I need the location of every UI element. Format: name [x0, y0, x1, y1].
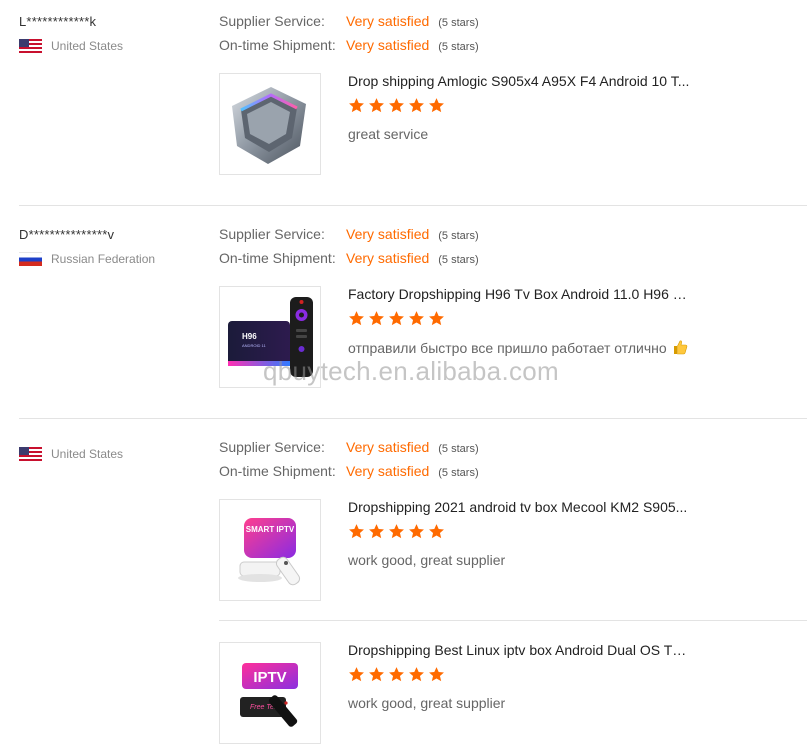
review-comment-text: work good, great supplier	[348, 695, 506, 711]
supplier-service-stars: (5 stars)	[438, 230, 479, 242]
review-comment-text: work good, great supplier	[348, 552, 506, 568]
star-icon	[388, 97, 405, 114]
review-comment: great service	[348, 126, 428, 142]
us-flag-icon	[19, 39, 42, 53]
star-icon	[368, 310, 385, 327]
supplier-service-label: Supplier Service:	[219, 13, 325, 29]
review-comment: отправили быстро все пришло работает отл…	[348, 339, 688, 356]
shipment-stars: (5 stars)	[438, 254, 479, 266]
h96-box-remote-image: H96 ANDROID 11	[228, 297, 313, 377]
reviewer-country: United States	[19, 447, 123, 461]
product-review: H96 ANDROID 11 Factory Dropshipping H96 …	[219, 286, 807, 388]
star-icon	[348, 666, 365, 683]
svg-text:ANDROID 11: ANDROID 11	[242, 343, 266, 348]
star-icon	[388, 666, 405, 683]
product-review: SMART IPTV Dropshipping 2021 android tv …	[219, 499, 807, 601]
star-icon	[348, 97, 365, 114]
supplier-service-rating: Supplier Service: Very satisfied (5 star…	[219, 13, 479, 29]
product-thumbnail[interactable]: H96 ANDROID 11	[219, 286, 321, 388]
shipment-label: On-time Shipment:	[219, 463, 336, 479]
review-3: United States Supplier Service: Very sat…	[0, 426, 807, 744]
smart-label: SMART IPTV	[246, 525, 295, 534]
reviewer-country: United States	[19, 39, 123, 53]
shipment-stars: (5 stars)	[438, 467, 479, 479]
review-comment-text: отправили быстро все пришло работает отл…	[348, 340, 667, 356]
product-thumbnail[interactable]: SMART IPTV	[219, 499, 321, 601]
review-divider	[19, 418, 807, 419]
iptv-label: IPTV	[253, 669, 286, 686]
shipment-label: On-time Shipment:	[219, 250, 336, 266]
tv-box-hexagon-image	[232, 87, 306, 164]
product-title-link[interactable]: Factory Dropshipping H96 Tv Box Android …	[348, 286, 693, 302]
iptv-free-test-image: IPTV Free Test	[240, 663, 298, 727]
reviewer-name: L************k	[19, 14, 97, 29]
star-icon	[348, 523, 365, 540]
reviewer-country: Russian Federation	[19, 252, 155, 266]
star-icon	[428, 666, 445, 683]
supplier-service-label: Supplier Service:	[219, 226, 325, 242]
star-icon	[408, 310, 425, 327]
supplier-service-value: Very satisfied	[346, 439, 430, 455]
product-star-rating	[348, 97, 445, 114]
star-icon	[368, 97, 385, 114]
shipment-label: On-time Shipment:	[219, 37, 336, 53]
star-icon	[368, 666, 385, 683]
supplier-service-rating: Supplier Service: Very satisfied (5 star…	[219, 226, 479, 242]
supplier-service-rating: Supplier Service: Very satisfied (5 star…	[219, 439, 479, 455]
star-icon	[388, 523, 405, 540]
product-star-rating	[348, 523, 445, 540]
supplier-service-value: Very satisfied	[346, 13, 430, 29]
product-thumbnail[interactable]	[219, 73, 321, 175]
shipment-value: Very satisfied	[346, 250, 430, 266]
product-title-link[interactable]: Drop shipping Amlogic S905x4 A95X F4 And…	[348, 73, 693, 89]
supplier-service-value: Very satisfied	[346, 226, 430, 242]
supplier-service-stars: (5 stars)	[438, 17, 479, 29]
smart-iptv-image: SMART IPTV	[238, 518, 301, 586]
review-comment: work good, great supplier	[348, 695, 505, 711]
shipment-rating: On-time Shipment: Very satisfied (5 star…	[219, 463, 479, 479]
country-name: United States	[51, 447, 124, 461]
shipment-rating: On-time Shipment: Very satisfied (5 star…	[219, 37, 479, 53]
star-icon	[408, 666, 425, 683]
shipment-stars: (5 stars)	[438, 41, 479, 53]
review-comment-text: great service	[348, 126, 429, 142]
us-flag-icon	[19, 447, 42, 461]
review-1: L************k United States Supplier Se…	[0, 0, 807, 205]
product-title-link[interactable]: Dropshipping 2021 android tv box Mecool …	[348, 499, 693, 515]
reviewer-name: D***************v	[19, 227, 115, 242]
star-icon	[388, 310, 405, 327]
product-thumbnail[interactable]: IPTV Free Test	[219, 642, 321, 744]
svg-text:H96: H96	[242, 332, 257, 341]
supplier-service-label: Supplier Service:	[219, 439, 325, 455]
star-icon	[428, 97, 445, 114]
product-title-link[interactable]: Dropshipping Best Linux iptv box Android…	[348, 642, 693, 658]
product-review: Drop shipping Amlogic S905x4 A95X F4 And…	[219, 73, 807, 175]
star-icon	[428, 310, 445, 327]
shipment-value: Very satisfied	[346, 463, 430, 479]
shipment-rating: On-time Shipment: Very satisfied (5 star…	[219, 250, 479, 266]
thumbs-up-icon	[673, 340, 687, 355]
product-review: IPTV Free Test Dropshipping Best Linux i…	[219, 642, 807, 744]
star-icon	[408, 523, 425, 540]
shipment-value: Very satisfied	[346, 37, 430, 53]
product-star-rating	[348, 666, 445, 683]
product-divider	[219, 620, 807, 621]
star-icon	[348, 310, 365, 327]
star-icon	[428, 523, 445, 540]
ru-flag-icon	[19, 252, 42, 266]
country-name: United States	[51, 39, 124, 53]
supplier-service-stars: (5 stars)	[438, 443, 479, 455]
review-comment: work good, great supplier	[348, 552, 505, 568]
country-name: Russian Federation	[51, 252, 156, 266]
product-star-rating	[348, 310, 445, 327]
review-2: D***************v Russian Federation Sup…	[0, 213, 807, 418]
star-icon	[368, 523, 385, 540]
star-icon	[408, 97, 425, 114]
review-divider	[19, 205, 807, 206]
